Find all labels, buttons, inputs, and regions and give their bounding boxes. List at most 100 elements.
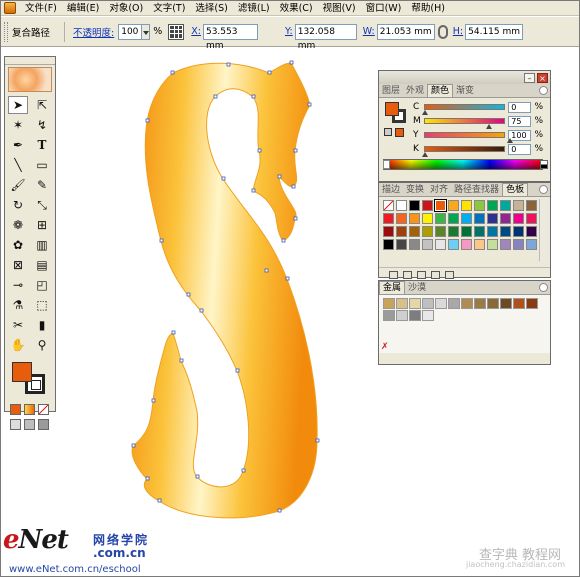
color-mode-icon[interactable] xyxy=(10,404,21,415)
tab-align[interactable]: 对齐 xyxy=(427,184,451,196)
tab-color[interactable]: 颜色 xyxy=(427,84,454,97)
swatch[interactable] xyxy=(448,239,459,250)
tab-appearance[interactable]: 外观 xyxy=(403,85,427,97)
library-swatch[interactable] xyxy=(422,298,434,309)
swatch[interactable] xyxy=(435,226,446,237)
swatch[interactable] xyxy=(474,213,485,224)
tab-swatches[interactable]: 色板 xyxy=(502,183,529,196)
pencil-tool-icon[interactable]: ✎ xyxy=(32,176,52,194)
tab-gradient[interactable]: 渐变 xyxy=(453,85,477,97)
mesh-tool-icon[interactable]: ⊠ xyxy=(8,256,28,274)
tab-desert[interactable]: 沙漠 xyxy=(405,282,429,294)
library-swatch[interactable] xyxy=(448,298,460,309)
swatch[interactable] xyxy=(448,213,459,224)
selection-tool-icon[interactable]: ➤ xyxy=(8,96,28,114)
warp-tool-icon[interactable]: ❁ xyxy=(8,216,28,234)
tab-pathfinder[interactable]: 路径查找器 xyxy=(451,184,502,196)
swatch[interactable] xyxy=(422,213,433,224)
free-transform-tool-icon[interactable]: ⊞ xyxy=(32,216,52,234)
swatch[interactable] xyxy=(487,200,498,211)
full-screen-mode-icon[interactable] xyxy=(38,419,49,430)
swatch[interactable] xyxy=(526,200,537,211)
rotate-tool-icon[interactable]: ↻ xyxy=(8,196,28,214)
library-swatch[interactable] xyxy=(513,298,525,309)
color-panel-titlebar[interactable]: – × xyxy=(379,71,550,84)
fill-swatch[interactable] xyxy=(12,362,32,382)
library-swatch[interactable] xyxy=(383,298,395,309)
y-label[interactable]: Y: xyxy=(285,26,293,37)
magic-wand-tool-icon[interactable]: ✶ xyxy=(8,116,28,134)
letter-s-path[interactable] xyxy=(131,62,318,519)
paintbrush-tool-icon[interactable]: 🖌 xyxy=(8,176,28,194)
swatch[interactable] xyxy=(487,226,498,237)
swatch[interactable] xyxy=(396,200,407,211)
pen-tool-icon[interactable]: ✒ xyxy=(8,136,28,154)
swatch[interactable] xyxy=(434,199,447,212)
swatch[interactable] xyxy=(526,226,537,237)
tab-stroke[interactable]: 描边 xyxy=(379,184,403,196)
swatch[interactable] xyxy=(513,239,524,250)
lasso-tool-icon[interactable]: ↯ xyxy=(32,116,52,134)
live-paint-bucket-tool-icon[interactable]: ⚗ xyxy=(8,296,28,314)
adobe-flower-logo[interactable] xyxy=(8,67,52,92)
panel-menu-icon[interactable] xyxy=(539,86,548,95)
panel-menu-icon[interactable] xyxy=(539,185,548,194)
show-swatch-kinds-icon[interactable] xyxy=(389,270,398,279)
tab-transform[interactable]: 变换 xyxy=(403,184,427,196)
swatch[interactable] xyxy=(383,226,394,237)
library-swatch[interactable] xyxy=(409,298,421,309)
new-swatch-icon[interactable] xyxy=(431,270,440,279)
swatch[interactable] xyxy=(461,200,472,211)
tools-panel-titlebar[interactable] xyxy=(5,57,55,65)
menu-filter[interactable]: 滤镜(L) xyxy=(233,1,275,16)
full-screen-menu-mode-icon[interactable] xyxy=(24,419,35,430)
library-swatch[interactable] xyxy=(396,310,408,321)
h-label[interactable]: H: xyxy=(453,26,463,37)
slider-k[interactable] xyxy=(421,146,506,157)
swatch[interactable] xyxy=(500,239,511,250)
x-label[interactable]: X: xyxy=(191,26,201,37)
swatch[interactable] xyxy=(383,213,394,224)
web-color-swatch[interactable] xyxy=(395,128,404,137)
gradient-mode-icon[interactable] xyxy=(24,404,35,415)
swatch[interactable] xyxy=(396,239,407,250)
swatch[interactable] xyxy=(422,226,433,237)
swatch[interactable] xyxy=(448,200,459,211)
app-logo-icon[interactable] xyxy=(4,2,16,14)
symbol-sprayer-tool-icon[interactable]: ✿ xyxy=(8,236,28,254)
menu-view[interactable]: 视图(V) xyxy=(318,1,361,16)
swatch[interactable] xyxy=(422,200,433,211)
close-icon[interactable]: × xyxy=(537,72,548,83)
swatch[interactable] xyxy=(435,213,446,224)
delete-swatch-icon[interactable] xyxy=(445,270,454,279)
swatch[interactable] xyxy=(487,213,498,224)
slider-y[interactable] xyxy=(423,132,513,143)
out-of-gamut-icon[interactable] xyxy=(384,128,392,136)
swatch[interactable] xyxy=(487,239,498,250)
none-color-icon[interactable] xyxy=(383,160,390,169)
value-field-c[interactable]: 0 xyxy=(508,101,532,113)
swatch[interactable] xyxy=(461,239,472,250)
swatch[interactable] xyxy=(383,200,394,211)
menu-object[interactable]: 对象(O) xyxy=(104,1,148,16)
tab-layers[interactable]: 图层 xyxy=(379,85,403,97)
swatch[interactable] xyxy=(422,239,433,250)
value-field-k[interactable]: 0 xyxy=(508,143,532,155)
swatch[interactable] xyxy=(513,213,524,224)
library-lock-icon[interactable]: ✗ xyxy=(381,343,389,352)
x-input[interactable]: 53.553 mm xyxy=(202,23,258,51)
swatch[interactable] xyxy=(474,200,485,211)
zoom-tool-icon[interactable]: ⚲ xyxy=(32,336,52,354)
scale-tool-icon[interactable]: ⤡ xyxy=(32,196,52,214)
swatch[interactable] xyxy=(513,200,524,211)
none-mode-icon[interactable] xyxy=(38,404,49,415)
menu-edit[interactable]: 编辑(E) xyxy=(62,1,104,16)
swatch[interactable] xyxy=(383,239,394,250)
menu-window[interactable]: 窗口(W) xyxy=(361,1,407,16)
w-label[interactable]: W: xyxy=(363,26,375,37)
new-color-group-icon[interactable] xyxy=(417,270,426,279)
swatches-scrollbar[interactable] xyxy=(539,199,548,261)
library-swatch[interactable] xyxy=(409,310,421,321)
swatch[interactable] xyxy=(461,226,472,237)
swatch[interactable] xyxy=(409,213,420,224)
